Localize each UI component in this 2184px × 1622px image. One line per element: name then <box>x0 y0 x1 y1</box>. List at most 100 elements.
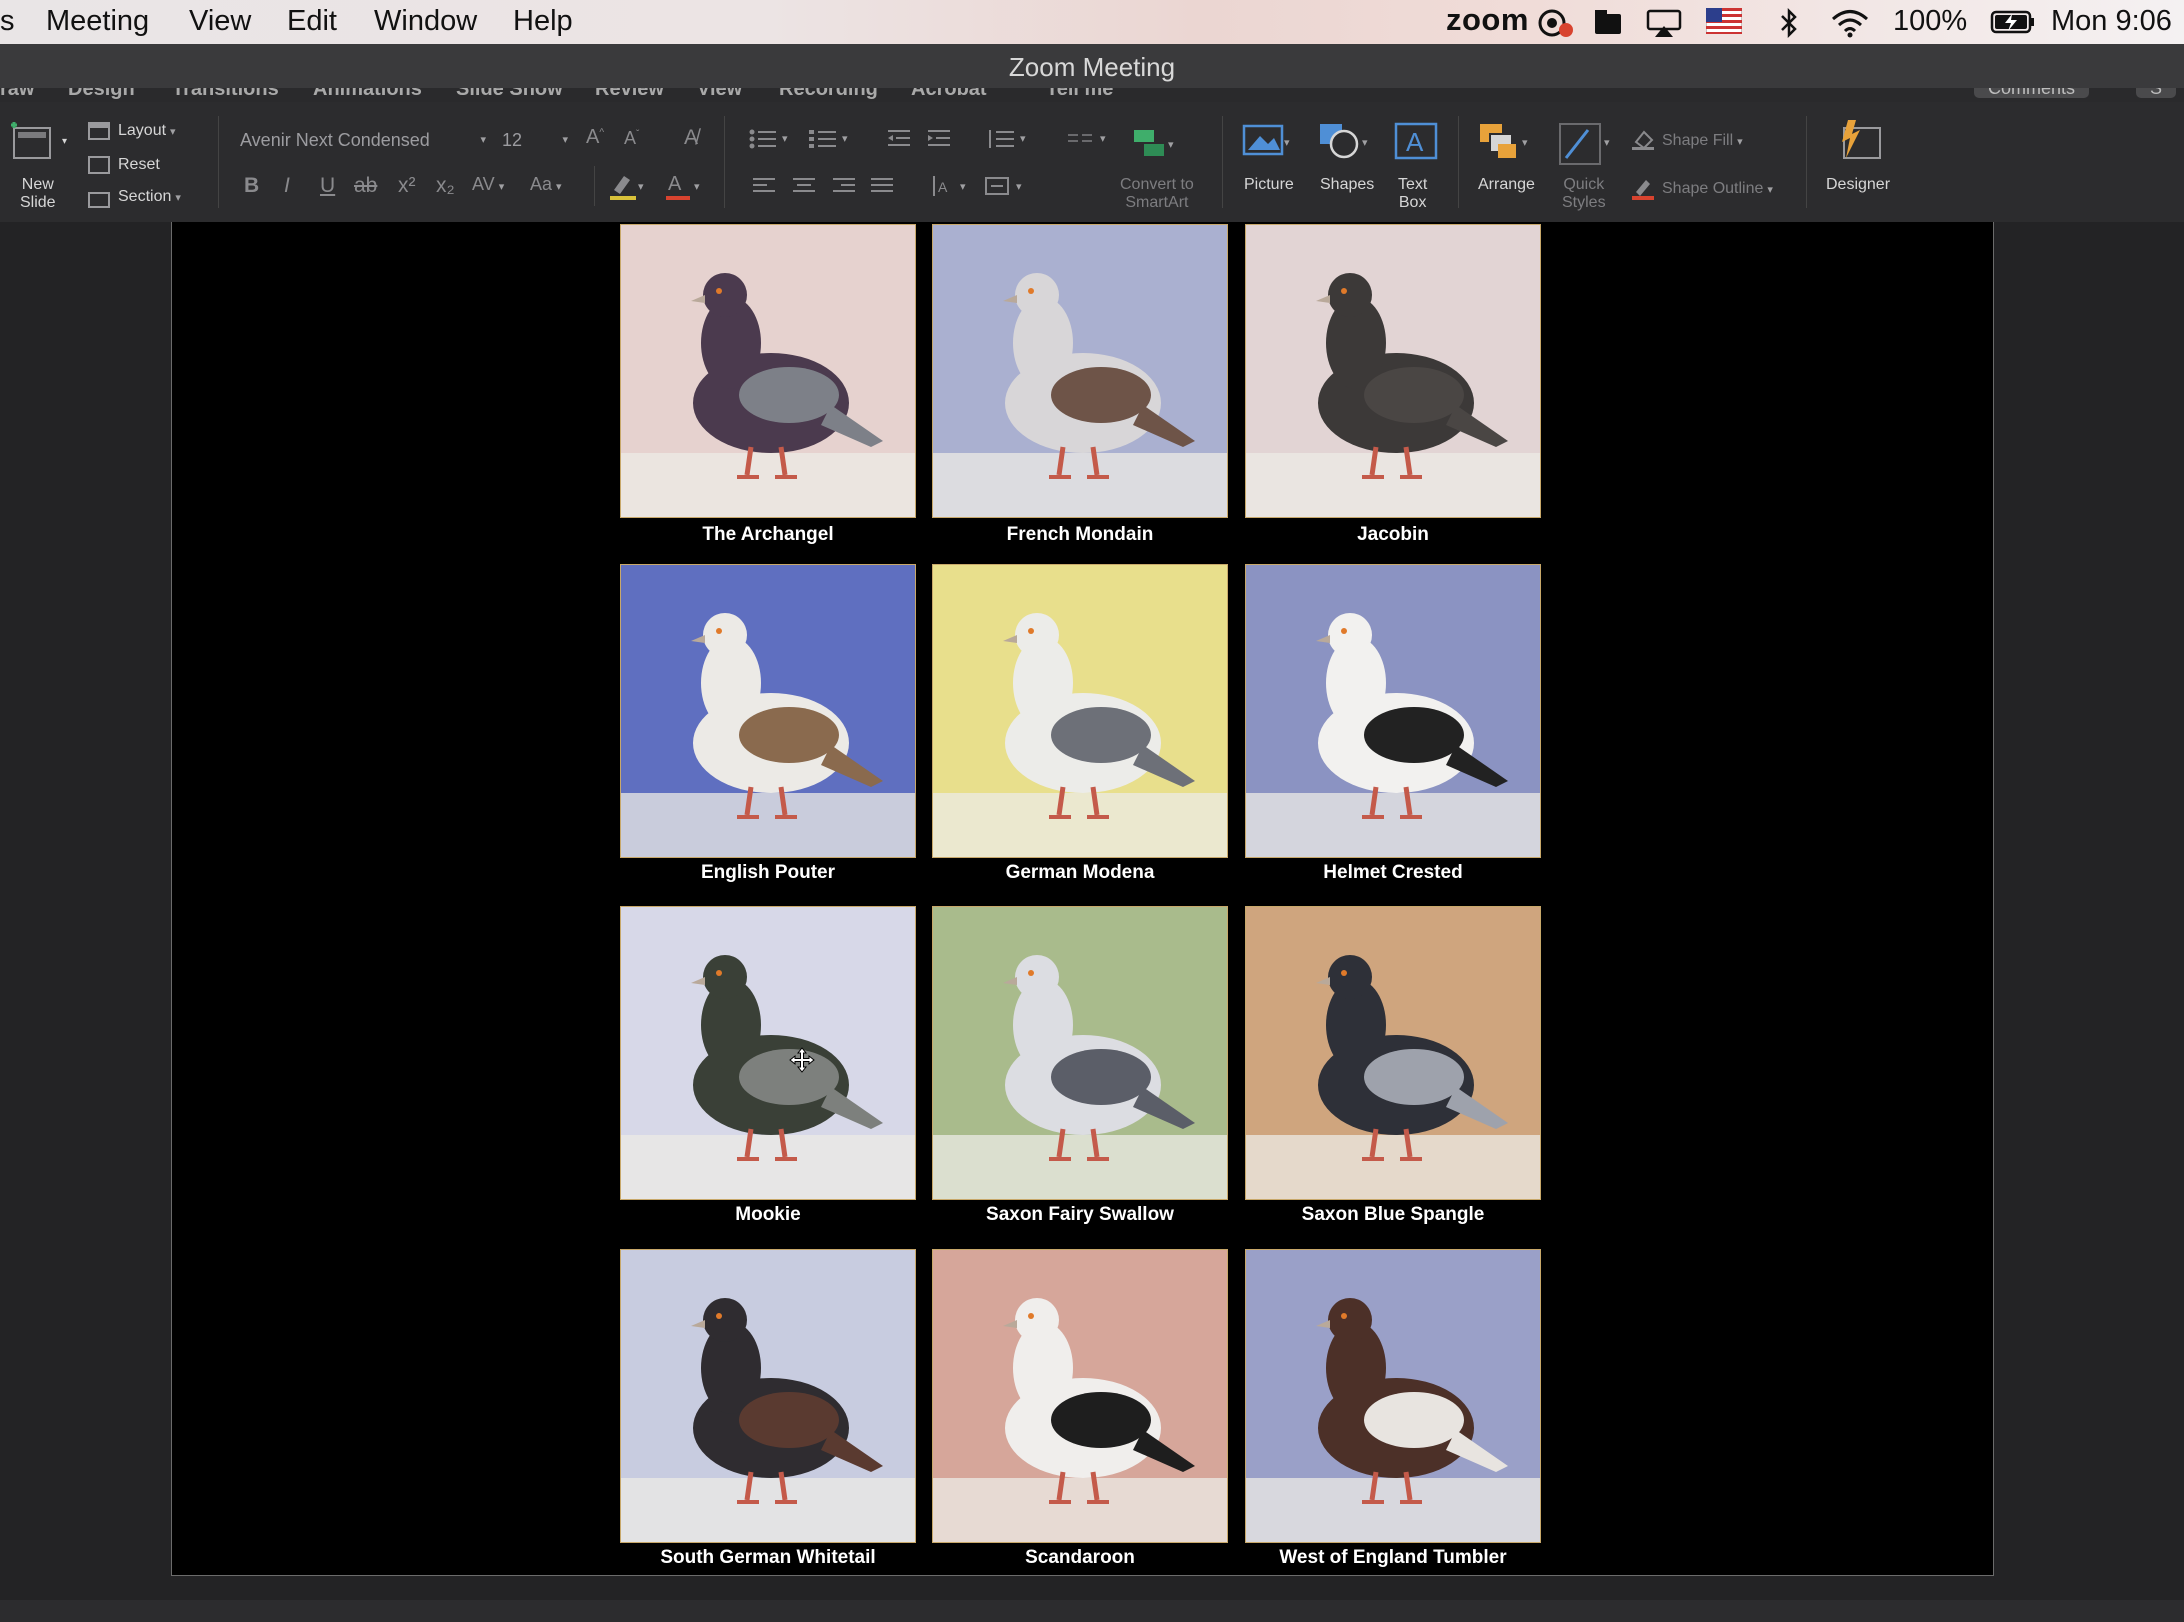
menu-window[interactable]: Window <box>374 5 477 38</box>
tab-design[interactable]: Design <box>68 88 135 101</box>
text-box-icon[interactable]: A <box>1392 120 1440 165</box>
smartart-icon[interactable]: ▾ <box>1130 126 1180 167</box>
svg-text:A: A <box>668 173 682 195</box>
wifi-icon[interactable] <box>1830 8 1870 46</box>
bullets-icon[interactable]: ▾ <box>748 128 796 156</box>
tab-view[interactable]: View <box>697 88 742 101</box>
bluetooth-icon[interactable] <box>1778 7 1800 46</box>
pigeon-photo[interactable] <box>620 1249 916 1543</box>
window-title: Zoom Meeting <box>1008 52 1176 82</box>
shape-fill-icon[interactable] <box>1630 128 1658 155</box>
highlight-color-icon[interactable]: ▾ <box>608 170 648 206</box>
pigeon-caption: The Archangel <box>702 524 834 545</box>
designer-button[interactable]: Designer <box>1826 176 1890 194</box>
pigeon-photo[interactable] <box>620 906 916 1200</box>
shape-fill-button[interactable]: Shape Fill ▾ <box>1662 132 1743 150</box>
tab-tell-me[interactable]: Tell me <box>1046 88 1113 101</box>
columns-icon[interactable]: ▾ <box>1066 128 1114 156</box>
quick-styles-icon[interactable]: ▾ <box>1556 120 1616 173</box>
pigeon-photo[interactable] <box>932 1249 1228 1543</box>
pigeon-photo[interactable] <box>932 224 1228 518</box>
align-text-icon[interactable]: ▾ <box>984 174 1032 204</box>
character-spacing-label: AV <box>472 174 495 194</box>
font-name-combo[interactable]: Avenir Next Condensed ▾ <box>240 126 486 154</box>
tab-transitions[interactable]: Transitions <box>172 88 279 101</box>
underline-button[interactable]: U <box>320 174 335 198</box>
svg-text:▾: ▾ <box>1168 139 1174 151</box>
increase-font-icon[interactable]: A^ <box>586 126 604 149</box>
pigeon-photo[interactable] <box>620 564 916 858</box>
align-right-icon[interactable] <box>832 176 858 202</box>
bold-button[interactable]: B <box>244 174 259 198</box>
shapes-icon[interactable]: ▾ <box>1316 120 1374 165</box>
picture-icon[interactable]: ▾ <box>1240 120 1298 165</box>
shapes-button[interactable]: Shapes <box>1320 176 1374 194</box>
decrease-indent-icon[interactable] <box>886 128 914 156</box>
reset-button[interactable]: Reset <box>118 156 160 174</box>
shape-outline-icon[interactable] <box>1630 176 1658 205</box>
font-color-icon[interactable]: A ▾ <box>664 170 704 206</box>
font-size-value: 12 <box>502 130 523 150</box>
slide-canvas[interactable]: The Archangel French Mondain Jacobin Englis… <box>171 222 1994 1576</box>
strikethrough-button[interactable]: ab <box>354 174 377 198</box>
pigeon-photo[interactable] <box>1245 906 1541 1200</box>
battery-icon[interactable] <box>1990 8 2036 44</box>
italic-button[interactable]: I <box>284 174 290 198</box>
flag-us-icon[interactable] <box>1705 7 1743 42</box>
move-cursor-icon <box>789 1047 815 1073</box>
new-slide-label[interactable]: New Slide <box>20 176 56 212</box>
pigeon-photo[interactable] <box>932 906 1228 1200</box>
font-size-combo[interactable]: 12 ▾ <box>502 126 568 154</box>
text-box-button[interactable]: Text Box <box>1398 176 1427 212</box>
menu-edit[interactable]: Edit <box>287 5 337 38</box>
menu-app-fragment[interactable]: s <box>0 5 15 38</box>
menu-view[interactable]: View <box>189 5 251 38</box>
decrease-font-icon[interactable]: Aˇ <box>624 128 639 149</box>
pigeon-photo[interactable] <box>1245 224 1541 518</box>
shape-outline-button[interactable]: Shape Outline ▾ <box>1662 180 1773 198</box>
change-case-button[interactable]: Aa ▾ <box>530 174 562 195</box>
pigeon-photo[interactable] <box>932 564 1228 858</box>
picture-button[interactable]: Picture <box>1244 176 1294 194</box>
justify-icon[interactable] <box>870 176 896 202</box>
designer-icon[interactable] <box>1834 118 1886 169</box>
menubar-clock[interactable]: Mon 9:06 <box>2051 5 2172 38</box>
pigeon-photo[interactable] <box>1245 1249 1541 1543</box>
svg-text:▾: ▾ <box>638 181 644 193</box>
divider <box>1222 116 1223 208</box>
comments-button[interactable]: Comments <box>1974 88 2090 98</box>
tab-slide-show[interactable]: Slide Show <box>456 88 563 101</box>
pigeon-photo[interactable] <box>1245 564 1541 858</box>
tab-animations[interactable]: Animations <box>313 88 422 101</box>
airplay-icon[interactable] <box>1645 8 1683 46</box>
increase-indent-icon[interactable] <box>926 128 954 156</box>
character-spacing-button[interactable]: AV ▾ <box>472 174 504 195</box>
align-center-icon[interactable] <box>792 176 818 202</box>
tab-recording[interactable]: Recording <box>779 88 878 101</box>
tab-acrobat[interactable]: Acrobat <box>911 88 987 101</box>
folder-icon[interactable] <box>1592 8 1626 46</box>
arrange-button[interactable]: Arrange <box>1478 176 1535 194</box>
tab-draw[interactable]: raw <box>0 88 34 101</box>
align-left-icon[interactable] <box>752 176 778 202</box>
share-button[interactable]: S <box>2136 88 2177 98</box>
zoom-logo[interactable]: zoom <box>1446 2 1529 38</box>
zoom-recording-icon[interactable] <box>1534 8 1578 46</box>
clear-formatting-icon[interactable]: A̸ <box>684 126 698 150</box>
arrange-icon[interactable]: ▾ <box>1476 120 1536 169</box>
line-spacing-icon[interactable]: ▾ <box>986 128 1034 156</box>
superscript-button[interactable]: x² <box>398 174 416 198</box>
menu-help[interactable]: Help <box>513 5 573 38</box>
new-slide-icon[interactable] <box>8 120 58 169</box>
quick-styles-button[interactable]: Quick Styles <box>1562 176 1606 212</box>
section-button[interactable]: Section ▾ <box>118 188 181 206</box>
new-slide-dropdown-icon[interactable]: ▾ <box>62 136 67 147</box>
numbering-icon[interactable]: ▾ <box>808 128 856 156</box>
convert-smartart-button[interactable]: Convert to SmartArt <box>1120 176 1194 212</box>
pigeon-photo[interactable] <box>620 224 916 518</box>
tab-review[interactable]: Review <box>595 88 664 101</box>
layout-button[interactable]: Layout ▾ <box>118 122 176 140</box>
menu-meeting[interactable]: Meeting <box>46 5 149 38</box>
text-direction-icon[interactable]: A ▾ <box>928 174 976 204</box>
subscript-button[interactable]: x₂ <box>436 174 455 198</box>
